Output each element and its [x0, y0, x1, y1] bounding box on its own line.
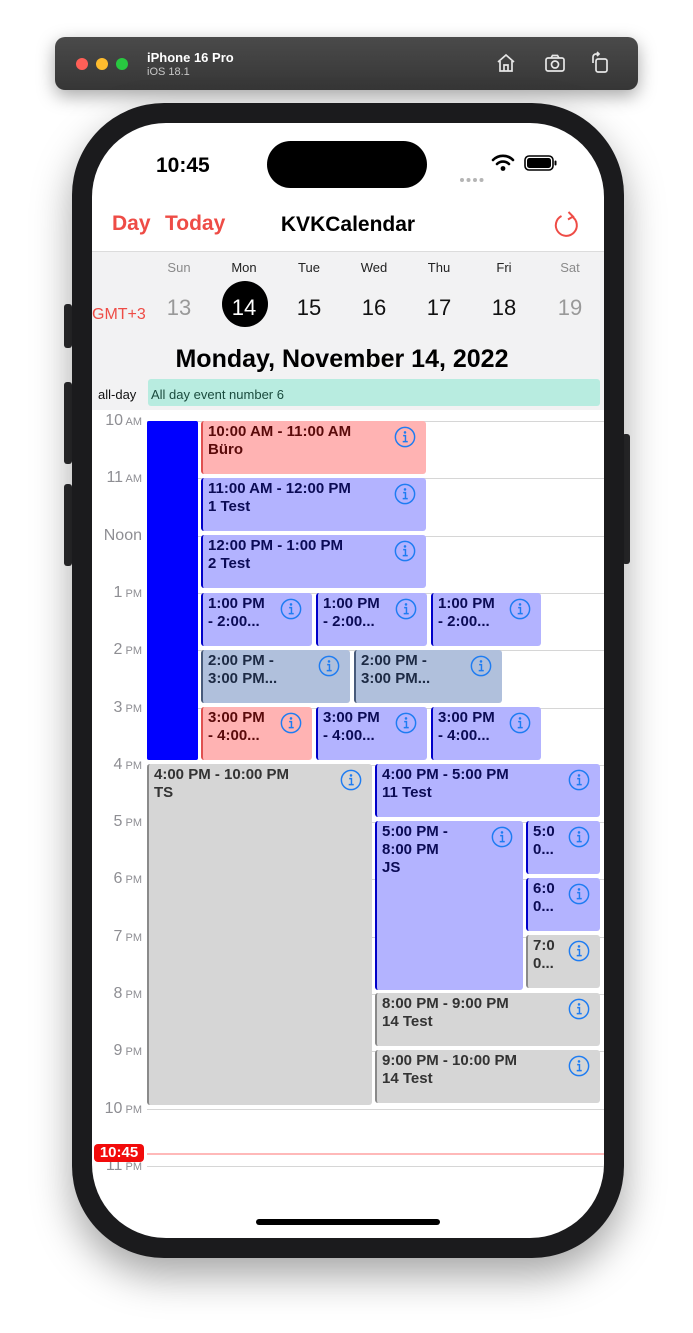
- event-title: 11:00 AM - 12:00 PM 1 Test: [208, 480, 351, 515]
- event-title: 9:00 PM - 10:00 PM 14 Test: [382, 1052, 518, 1087]
- hour-label: 5 PM: [113, 813, 142, 830]
- simulator-os-version: iOS 18.1: [147, 66, 190, 78]
- hour-label: Noon: [103, 527, 142, 544]
- info-icon[interactable]: [280, 712, 302, 734]
- hour-label: 7 PM: [113, 928, 142, 945]
- phone-screen: 10:45 Day Today KVKCalendar Sun 13 Mon 1…: [92, 123, 604, 1238]
- hour-label: 9 PM: [113, 1042, 142, 1059]
- hour-label: 4 PM: [113, 756, 142, 773]
- info-icon[interactable]: [340, 769, 362, 791]
- event-block[interactable]: 8:00 PM - 9:00 PM 14 Test: [375, 993, 600, 1046]
- day-timeline[interactable]: 10 AM 11 AM Noon 1 PM 2 PM 3 PM 4 PM 5 PM 6 PM 7 …: [92, 123, 604, 1238]
- event-block[interactable]: 10:00 AM - 11:00 AM Büro: [201, 421, 426, 474]
- event-block[interactable]: 12:00 PM - 1:00 PM 2 Test: [201, 535, 426, 588]
- info-icon[interactable]: [394, 426, 416, 448]
- event-title: 8:00 PM - 9:00 PM 14 Test: [382, 995, 509, 1030]
- volume-up-button[interactable]: [64, 382, 72, 464]
- hour-label: 8 PM: [113, 985, 142, 1002]
- hour-gridline: [147, 1166, 604, 1167]
- info-icon[interactable]: [568, 769, 590, 791]
- info-icon[interactable]: [568, 998, 590, 1020]
- info-icon[interactable]: [394, 483, 416, 505]
- info-icon[interactable]: [280, 598, 302, 620]
- info-icon[interactable]: [395, 712, 417, 734]
- event-title: 4:00 PM - 5:00 PM 11 Test: [382, 766, 509, 801]
- home-indicator[interactable]: [256, 1219, 440, 1225]
- hour-gridline: [147, 1109, 604, 1110]
- hour-label: 10 PM: [104, 1100, 142, 1117]
- hour-label: 2 PM: [113, 641, 142, 658]
- info-icon[interactable]: [470, 655, 492, 677]
- close-window-button[interactable]: [76, 58, 88, 70]
- screenshot-icon[interactable]: [543, 51, 567, 75]
- simulator-toolbar: iPhone 16 Pro iOS 18.1: [55, 37, 638, 90]
- info-icon[interactable]: [568, 826, 590, 848]
- info-icon[interactable]: [568, 883, 590, 905]
- info-icon[interactable]: [568, 940, 590, 962]
- minimize-window-button[interactable]: [96, 58, 108, 70]
- info-icon[interactable]: [491, 826, 513, 848]
- zoom-window-button[interactable]: [116, 58, 128, 70]
- info-icon[interactable]: [509, 598, 531, 620]
- hour-label: 1 PM: [113, 584, 142, 601]
- event-title: 10:00 AM - 11:00 AM Büro: [208, 423, 352, 458]
- event-block[interactable]: 9:00 PM - 10:00 PM 14 Test: [375, 1050, 600, 1103]
- event-block[interactable]: 11:00 AM - 12:00 PM 1 Test: [201, 478, 426, 531]
- event-title: 12:00 PM - 1:00 PM 2 Test: [208, 537, 344, 572]
- action-button[interactable]: [64, 304, 72, 348]
- home-icon[interactable]: [494, 51, 518, 75]
- info-icon[interactable]: [568, 1055, 590, 1077]
- hour-label: 11 AM: [106, 469, 142, 486]
- hour-label: 6 PM: [113, 870, 142, 887]
- blue-event-bar[interactable]: [147, 421, 198, 760]
- info-icon[interactable]: [318, 655, 340, 677]
- volume-down-button[interactable]: [64, 484, 72, 566]
- iphone-device-frame: 10:45 Day Today KVKCalendar Sun 13 Mon 1…: [72, 103, 624, 1258]
- simulator-device-name: iPhone 16 Pro: [147, 50, 234, 65]
- event-block[interactable]: 4:00 PM - 5:00 PM 11 Test: [375, 764, 600, 817]
- info-icon[interactable]: [395, 598, 417, 620]
- hour-label: 3 PM: [113, 699, 142, 716]
- info-icon[interactable]: [394, 540, 416, 562]
- info-icon[interactable]: [509, 712, 531, 734]
- event-title: 4:00 PM - 10:00 PM TS: [154, 766, 290, 801]
- current-time-badge: 10:45: [94, 1144, 144, 1162]
- rotate-icon[interactable]: [588, 51, 612, 75]
- current-time-line: [147, 1153, 604, 1155]
- event-block[interactable]: 4:00 PM - 10:00 PM TS: [147, 764, 372, 1105]
- hour-label: 10 AM: [105, 412, 142, 429]
